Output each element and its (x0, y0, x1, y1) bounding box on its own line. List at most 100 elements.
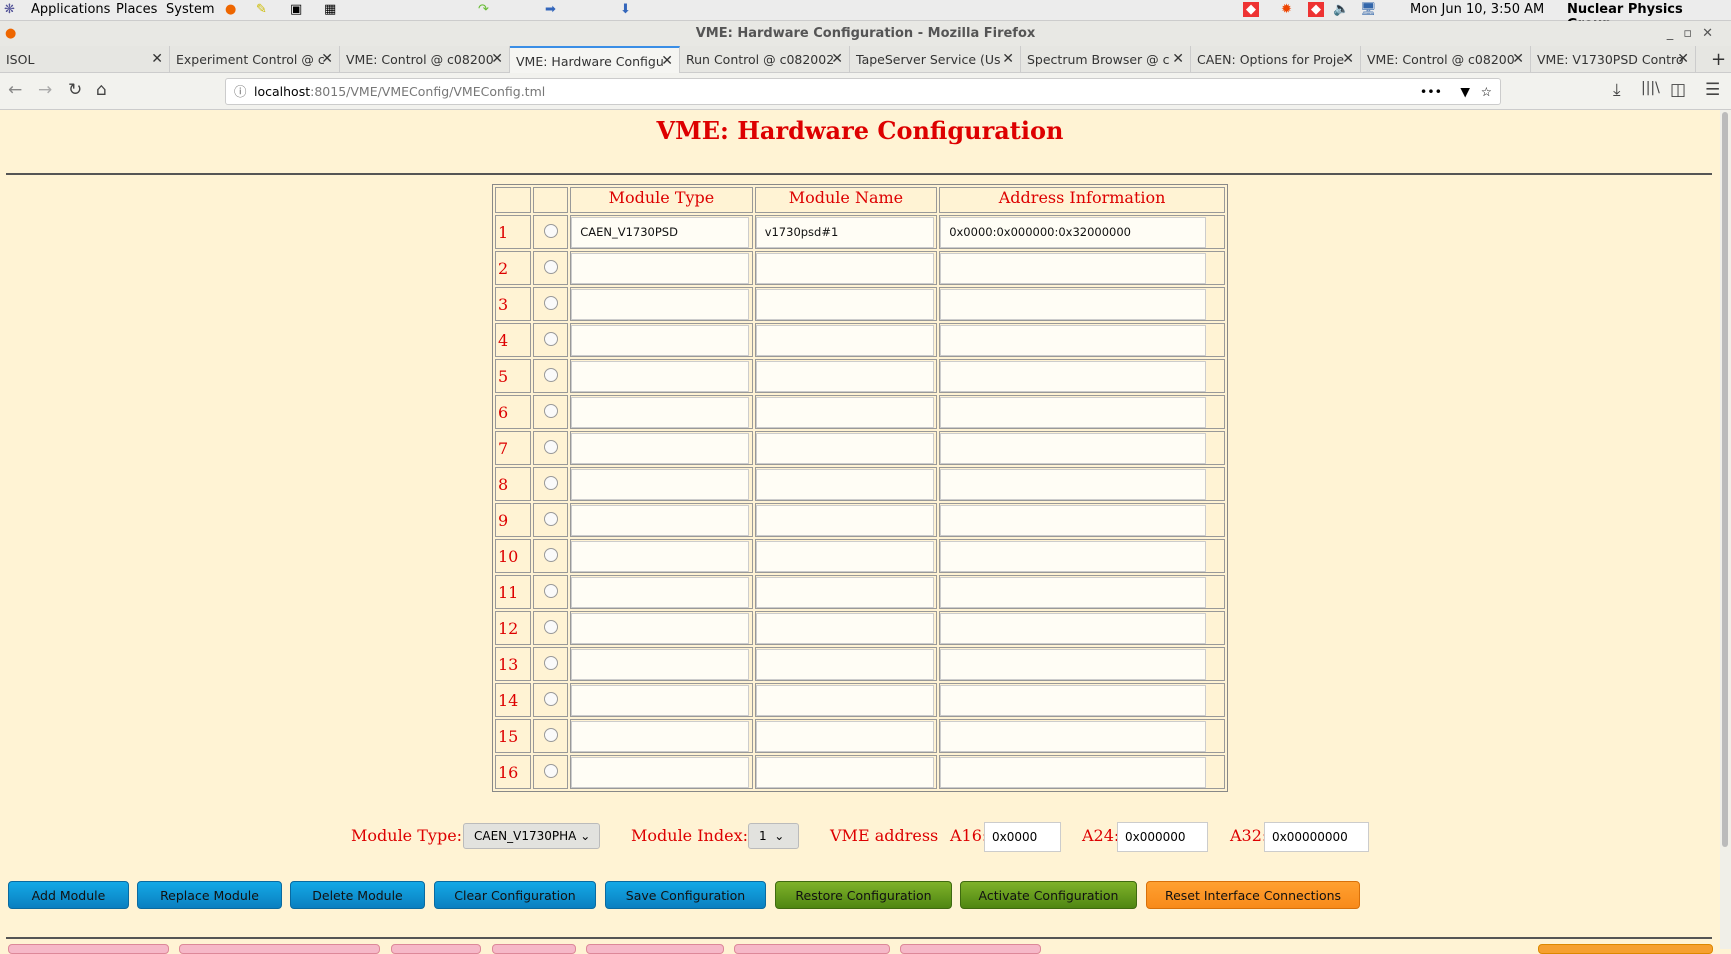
module-name-field[interactable] (755, 684, 934, 716)
bookmark-star-icon[interactable]: ☆ (1481, 79, 1492, 104)
partial-button[interactable] (391, 944, 481, 954)
row-radio[interactable] (543, 475, 558, 490)
clock[interactable]: Mon Jun 10, 3:50 AM (1410, 2, 1544, 17)
module-type-field[interactable] (571, 540, 750, 572)
module-type-field[interactable] (571, 252, 750, 284)
module-name-field[interactable] (755, 576, 934, 608)
module-index-select[interactable]: 1 ⌄ (748, 823, 799, 849)
row-radio[interactable] (543, 547, 558, 562)
module-name-field[interactable] (755, 360, 934, 392)
partial-button[interactable] (492, 944, 576, 954)
row-radio[interactable] (543, 583, 558, 598)
volume-muted-icon[interactable]: 🔈 (1333, 2, 1349, 17)
module-type-field[interactable] (571, 576, 750, 608)
system-menu[interactable]: System (166, 2, 214, 17)
address-field[interactable] (940, 576, 1207, 608)
anydesk-icon[interactable]: ◆ (1243, 2, 1259, 17)
downloads-icon[interactable]: ⤓ (1613, 80, 1621, 100)
partial-button[interactable] (900, 944, 1041, 954)
new-tab-button[interactable]: + (1705, 46, 1731, 73)
module-type-field[interactable] (571, 432, 750, 464)
close-tab-icon[interactable]: ✕ (1342, 46, 1354, 73)
gnome-foot-icon[interactable]: ❋ (4, 2, 15, 17)
address-field[interactable] (940, 540, 1207, 572)
row-radio[interactable] (543, 655, 558, 670)
module-name-field[interactable] (755, 720, 934, 752)
module-name-field[interactable] (755, 288, 934, 320)
address-field[interactable] (940, 396, 1207, 428)
close-tab-icon[interactable]: ✕ (321, 46, 333, 73)
network-icon[interactable]: 🖥 (1360, 2, 1377, 17)
close-tab-icon[interactable]: ✕ (661, 48, 673, 73)
row-radio[interactable] (543, 223, 558, 238)
address-field[interactable] (940, 432, 1207, 464)
module-name-field[interactable] (755, 324, 934, 356)
sidebar-icon[interactable]: ◫ (1670, 80, 1686, 100)
address-field[interactable] (940, 612, 1207, 644)
info-icon[interactable]: ⓘ (234, 79, 247, 104)
clear-configuration-button[interactable]: Clear Configuration (434, 881, 596, 909)
pocket-icon[interactable]: ▼ (1460, 79, 1470, 104)
forward-arrow-icon[interactable]: ➡ (545, 2, 556, 17)
module-name-field[interactable]: v1730psd#1 (755, 216, 934, 248)
back-icon[interactable]: ← (8, 80, 22, 100)
module-type-field[interactable] (571, 504, 750, 536)
close-tab-icon[interactable]: ✕ (831, 46, 843, 73)
module-type-field[interactable] (571, 468, 750, 500)
module-type-field[interactable] (571, 396, 750, 428)
module-type-field[interactable] (571, 360, 750, 392)
row-radio[interactable] (543, 691, 558, 706)
address-field[interactable] (940, 324, 1207, 356)
module-type-field[interactable] (571, 288, 750, 320)
delete-module-button[interactable]: Delete Module (290, 881, 425, 909)
a24-input[interactable]: 0x000000 (1117, 822, 1208, 852)
tab[interactable]: TapeServer Service (Us ✕ (850, 46, 1021, 73)
tab[interactable]: Run Control @ c082002 ✕ (680, 46, 850, 73)
calculator-launcher-icon[interactable]: ▦ (324, 2, 336, 17)
module-name-field[interactable] (755, 468, 934, 500)
tab[interactable]: ISOL ✕ (0, 46, 170, 73)
terminal-launcher-icon[interactable]: ▣ (290, 2, 302, 17)
close-tab-icon[interactable]: ✕ (1172, 46, 1184, 73)
address-field[interactable] (940, 684, 1207, 716)
close-tab-icon[interactable]: ✕ (1677, 46, 1689, 73)
address-field[interactable] (940, 288, 1207, 320)
module-name-field[interactable] (755, 648, 934, 680)
close-tab-icon[interactable]: ✕ (1002, 46, 1014, 73)
close-tab-icon[interactable]: ✕ (491, 46, 503, 73)
module-type-field[interactable]: CAEN_V1730PSD (571, 216, 750, 248)
row-radio[interactable] (543, 727, 558, 742)
module-name-field[interactable] (755, 396, 934, 428)
module-name-field[interactable] (755, 504, 934, 536)
module-name-field[interactable] (755, 540, 934, 572)
partial-button[interactable] (1538, 944, 1713, 954)
alert-icon[interactable]: ✹ (1281, 2, 1292, 17)
row-radio[interactable] (543, 367, 558, 382)
address-field[interactable] (940, 468, 1207, 500)
module-name-field[interactable] (755, 756, 934, 788)
add-module-button[interactable]: Add Module (8, 881, 129, 909)
module-type-field[interactable] (571, 720, 750, 752)
module-type-field[interactable] (571, 648, 750, 680)
module-type-field[interactable] (571, 612, 750, 644)
close-tab-icon[interactable]: ✕ (1512, 46, 1524, 73)
row-radio[interactable] (543, 295, 558, 310)
menu-icon[interactable]: ☰ (1705, 80, 1720, 100)
tab[interactable]: Experiment Control @ c ✕ (170, 46, 340, 73)
window-controls[interactable]: _▫✕ (1667, 21, 1723, 46)
tab[interactable]: VME: Hardware Configu ✕ (510, 46, 680, 73)
address-field[interactable] (940, 648, 1207, 680)
a16-input[interactable]: 0x0000 (984, 822, 1061, 852)
partial-button[interactable] (8, 944, 169, 954)
address-field[interactable] (940, 720, 1207, 752)
replace-module-button[interactable]: Replace Module (137, 881, 282, 909)
address-field[interactable] (940, 756, 1207, 788)
firefox-launcher-icon[interactable]: ● (225, 2, 236, 17)
address-field[interactable]: 0x0000:0x000000:0x32000000 (940, 216, 1207, 248)
anydesk-icon-2[interactable]: ◆ (1308, 2, 1324, 17)
row-radio[interactable] (543, 259, 558, 274)
row-radio[interactable] (543, 403, 558, 418)
module-type-field[interactable] (571, 324, 750, 356)
applications-menu[interactable]: Applications (31, 2, 110, 17)
partial-button[interactable] (179, 944, 380, 954)
